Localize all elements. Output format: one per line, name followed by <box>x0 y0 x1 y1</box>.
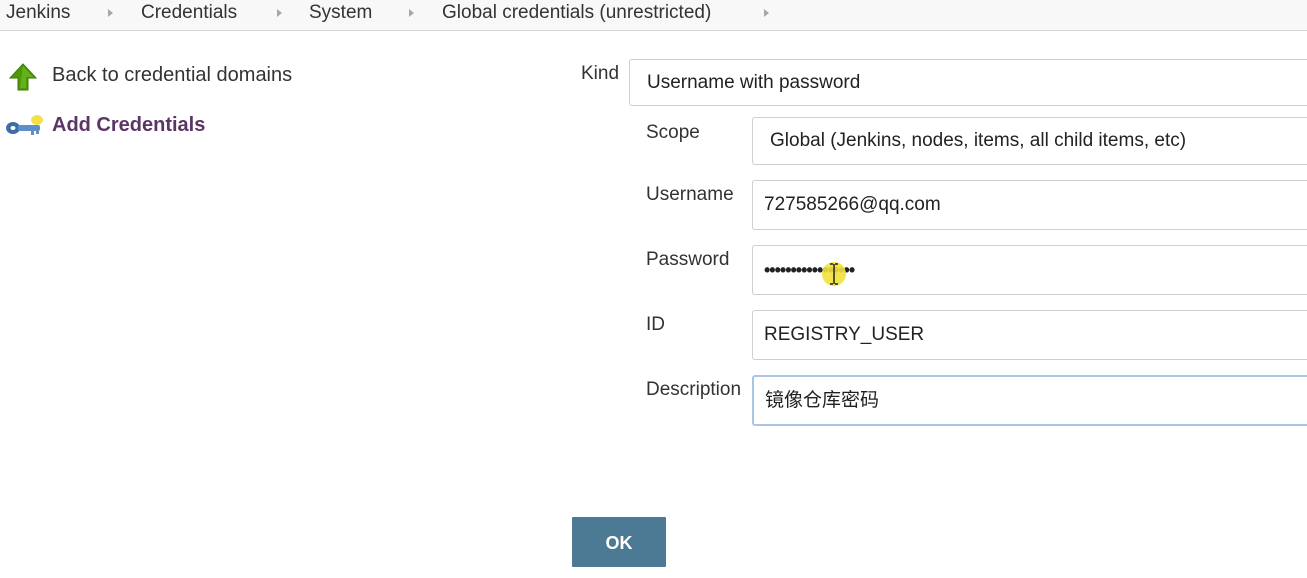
add-credentials-link[interactable]: Add Credentials <box>52 113 205 137</box>
key-icon[interactable] <box>5 112 43 142</box>
up-arrow-icon[interactable] <box>8 62 38 92</box>
scope-select[interactable]: Global (Jenkins, nodes, items, all child… <box>752 117 1307 165</box>
password-label: Password <box>646 249 730 270</box>
ok-button[interactable]: OK <box>572 517 666 567</box>
kind-label: Kind <box>581 63 620 84</box>
username-value: 727585266@qq.com <box>764 194 941 215</box>
id-label: ID <box>646 314 665 335</box>
username-label: Username <box>646 184 734 205</box>
description-field[interactable]: 镜像仓库密码 <box>752 375 1307 426</box>
breadcrumb-system[interactable]: System <box>309 1 372 25</box>
breadcrumb-arrow-icon[interactable] <box>277 9 282 17</box>
scope-label: Scope <box>646 122 700 143</box>
kind-select[interactable]: Username with password <box>629 59 1307 106</box>
breadcrumb-arrow-icon[interactable] <box>409 9 414 17</box>
back-to-credential-domains-link[interactable]: Back to credential domains <box>52 63 292 87</box>
description-value: 镜像仓库密码 <box>765 389 880 411</box>
breadcrumb-global-credentials[interactable]: Global credentials (unrestricted) <box>442 1 711 25</box>
scope-value: Global (Jenkins, nodes, items, all child… <box>770 130 1187 151</box>
breadcrumb-arrow-icon[interactable] <box>764 9 769 17</box>
breadcrumb: Jenkins Credentials System Global creden… <box>0 0 1307 31</box>
id-field[interactable]: REGISTRY_USER <box>752 310 1307 360</box>
breadcrumb-arrow-icon[interactable] <box>108 9 113 17</box>
kind-value: Username with password <box>647 71 861 93</box>
breadcrumb-jenkins[interactable]: Jenkins <box>6 1 70 25</box>
id-value: REGISTRY_USER <box>764 324 925 345</box>
text-cursor-icon <box>830 263 838 285</box>
username-field[interactable]: 727585266@qq.com <box>752 180 1307 230</box>
breadcrumb-credentials[interactable]: Credentials <box>141 1 237 25</box>
description-label: Description <box>646 379 742 400</box>
